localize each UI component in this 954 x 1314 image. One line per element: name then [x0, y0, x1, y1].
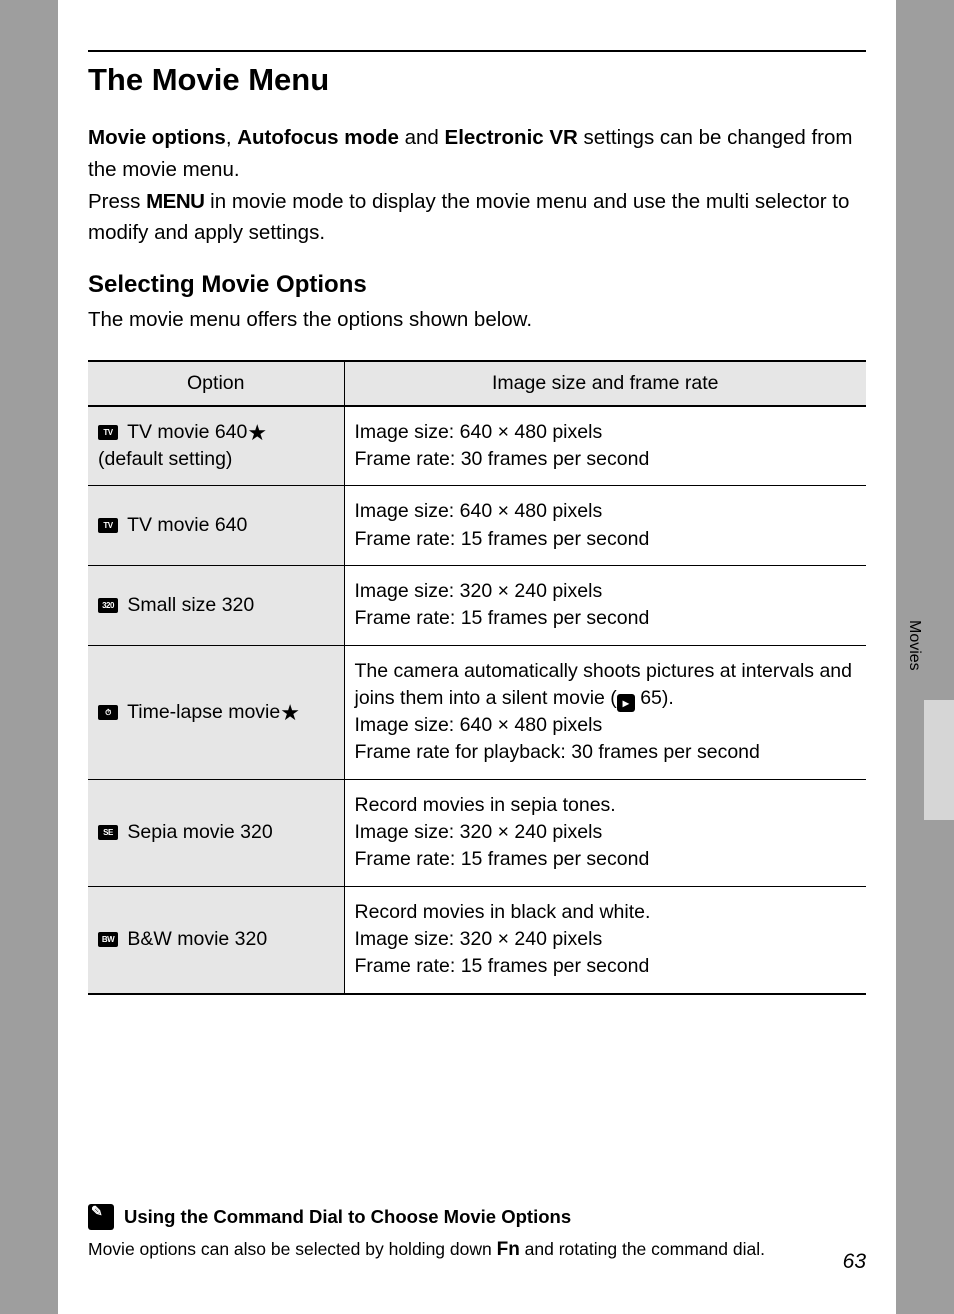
- intro-bold-1: Movie options: [88, 126, 226, 149]
- star-icon: ★: [280, 700, 300, 725]
- table-row: TV movie 640 Image size: 640 × 480 pixel…: [88, 486, 866, 566]
- tip-body: Movie options can also be selected by ho…: [88, 1236, 866, 1265]
- page-number: 63: [843, 1250, 866, 1274]
- side-thumb-tab: [924, 700, 954, 820]
- movie-icon: [98, 598, 118, 613]
- intro-bold-3: Electronic VR: [445, 126, 578, 149]
- intro-paragraph: Movie options, Autofocus mode and Electr…: [88, 122, 866, 249]
- cell-desc: The camera automatically shoots pictures…: [344, 645, 866, 779]
- movie-icon: [98, 518, 118, 533]
- section-heading: Selecting Movie Options: [88, 271, 866, 299]
- th-desc: Image size and frame rate: [344, 361, 866, 406]
- reference-icon: ▸: [617, 694, 635, 712]
- table-row: B&W movie 320 Record movies in black and…: [88, 886, 866, 993]
- cell-desc: Image size: 320 × 240 pixels Frame rate:…: [344, 566, 866, 646]
- side-section-label: Movies: [905, 620, 923, 671]
- section-text: The movie menu offers the options shown …: [88, 305, 866, 336]
- cell-desc: Record movies in black and white. Image …: [344, 886, 866, 993]
- table-row: TV movie 640★(default setting) Image siz…: [88, 406, 866, 486]
- movie-icon: [98, 705, 118, 720]
- th-option: Option: [88, 361, 344, 406]
- movie-icon: [98, 425, 118, 440]
- cell-desc: Image size: 640 × 480 pixels Frame rate:…: [344, 486, 866, 566]
- table-row: Time-lapse movie★ The camera automatical…: [88, 645, 866, 779]
- document-page: The Movie Menu Movie options, Autofocus …: [58, 0, 896, 1314]
- cell-desc: Record movies in sepia tones. Image size…: [344, 779, 866, 886]
- movie-options-table: Option Image size and frame rate TV movi…: [88, 360, 866, 995]
- intro-bold-2: Autofocus mode: [237, 126, 399, 149]
- table-row: Small size 320 Image size: 320 × 240 pix…: [88, 566, 866, 646]
- footer-tip: Using the Command Dial to Choose Movie O…: [88, 1204, 866, 1265]
- top-rule: [88, 50, 866, 52]
- side-tab: Movies: [896, 620, 954, 696]
- movie-icon: [98, 932, 118, 947]
- movie-icon: [98, 825, 118, 840]
- table-row: Sepia movie 320 Record movies in sepia t…: [88, 779, 866, 886]
- page-title: The Movie Menu: [88, 62, 866, 98]
- tip-title: Using the Command Dial to Choose Movie O…: [124, 1206, 571, 1228]
- fn-glyph: Fn: [497, 1239, 520, 1260]
- cell-desc: Image size: 640 × 480 pixels Frame rate:…: [344, 406, 866, 486]
- star-icon: ★: [247, 420, 267, 445]
- note-icon: [88, 1204, 114, 1230]
- menu-glyph: MENU: [146, 190, 204, 213]
